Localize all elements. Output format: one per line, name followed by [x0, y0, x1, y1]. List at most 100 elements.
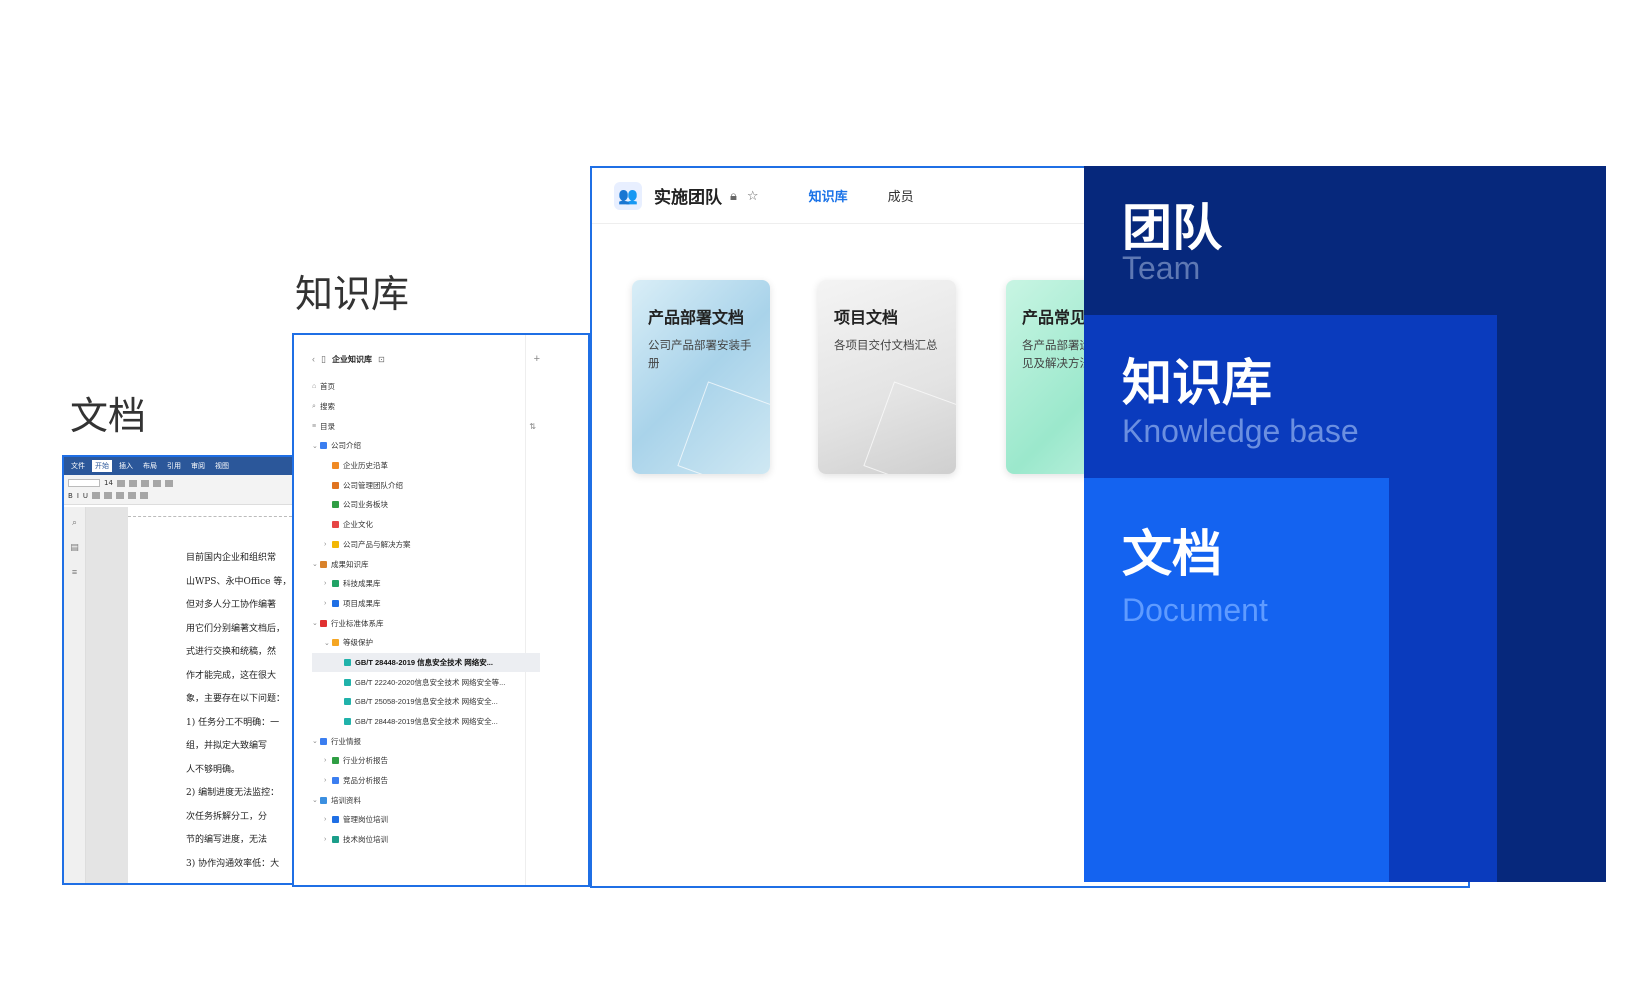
tree-item[interactable]: 公司管理团队介绍 [312, 475, 540, 495]
italic-icon[interactable]: I [77, 492, 79, 500]
chevron-down-icon[interactable]: ⌄ [312, 737, 320, 745]
kb-card-project-docs[interactable]: 项目文档 各项目交付文档汇总 [818, 280, 956, 474]
card-decoration [863, 381, 956, 474]
indent-icon[interactable] [164, 479, 173, 487]
tree-item[interactable]: › 项目成果库 [312, 594, 540, 614]
chevron-down-icon[interactable]: ⌄ [312, 796, 320, 804]
menu-tab-insert[interactable]: 插入 [116, 460, 136, 472]
tree-item[interactable]: ⌄ 等级保护 [312, 633, 540, 653]
chevron-right-icon[interactable]: › [324, 600, 332, 607]
tree-item[interactable]: GB/T 25058-2019信息安全技术 网络安全... [312, 692, 540, 712]
folder-icon [332, 481, 339, 489]
nav-home[interactable]: ⌂ 首页 [312, 377, 540, 397]
chevron-right-icon[interactable]: › [324, 836, 332, 843]
doc-text-line: 目前国内企业和组织常 [186, 553, 277, 563]
search-icon[interactable]: ⌕ [72, 517, 77, 528]
search-icon: ⌕ [312, 402, 316, 410]
chevron-right-icon[interactable]: › [324, 777, 332, 784]
tree-item[interactable]: GB/T 22240-2020信息安全技术 网络安全等... [312, 672, 540, 692]
layer-doc-zh: 文档 [1122, 525, 1222, 583]
font-name-select[interactable] [68, 479, 100, 488]
star-icon[interactable]: ☆ [747, 188, 759, 204]
tree-item-label: GB/T 28448-2019信息安全技术 网络安全... [355, 717, 498, 727]
menu-tab-view[interactable]: 视图 [212, 460, 232, 472]
doc-text-line: 但对多人分工协作编著 [186, 600, 277, 610]
menu-tab-file[interactable]: 文件 [68, 460, 88, 472]
chevron-right-icon[interactable]: › [324, 757, 332, 764]
tree-item-label: 科技成果库 [343, 579, 381, 589]
navigation-icon[interactable]: ≡ [72, 567, 77, 577]
folder-icon [332, 540, 339, 548]
bullets-icon[interactable] [140, 479, 149, 487]
folder-icon [344, 678, 351, 686]
kb-card-product-deployment[interactable]: 产品部署文档 公司产品部署安装手册 [632, 280, 770, 474]
back-icon[interactable]: ‹ [312, 354, 315, 364]
nav-directory[interactable]: ≡ 目录 ⇅ [312, 416, 540, 436]
tree-item[interactable]: ⌄ 行业标准体系库 [312, 613, 540, 633]
add-icon[interactable]: + [534, 353, 540, 365]
folder-icon [344, 718, 351, 726]
tree-item[interactable]: › 科技成果库 [312, 574, 540, 594]
align-left-icon[interactable] [116, 492, 125, 500]
grow-font-icon[interactable] [116, 479, 125, 487]
tree-item[interactable]: ⌄ 培训资料 [312, 790, 540, 810]
tree-item[interactable]: 公司业务板块 [312, 495, 540, 515]
tree-item-label: 技术岗位培训 [343, 835, 388, 845]
tree-item[interactable]: › 管理岗位培训 [312, 810, 540, 830]
bold-icon[interactable]: B [68, 492, 73, 500]
tree-item[interactable]: 企业文化 [312, 515, 540, 535]
tab-members[interactable]: 成员 [888, 186, 914, 205]
chevron-down-icon[interactable]: ⌄ [312, 442, 320, 450]
numbering-icon[interactable] [152, 479, 161, 487]
font-size-value[interactable]: 14 [104, 479, 113, 487]
chevron-right-icon[interactable]: › [324, 541, 332, 548]
nav-search[interactable]: ⌕ 搜索 [312, 397, 540, 417]
tree-item-label: 公司产品与解决方案 [343, 539, 411, 549]
book-icon: ▯ [321, 353, 326, 364]
chevron-right-icon[interactable]: › [324, 580, 332, 587]
menu-tab-review[interactable]: 审阅 [188, 460, 208, 472]
tab-knowledge-base[interactable]: 知识库 [809, 186, 848, 205]
align-right-icon[interactable] [140, 492, 149, 500]
doc-text: 目前国内企业和组织常 山WPS、永中Office 等， 但对多人分工协作编著 用它们分… [186, 547, 292, 876]
tree-item[interactable]: GB/T 28448-2019 信息安全技术 网络安... [312, 652, 540, 673]
tree-item[interactable]: › 公司产品与解决方案 [312, 535, 540, 555]
nav-home-label: 首页 [320, 382, 335, 392]
font-color-icon[interactable] [104, 492, 113, 500]
tree-item[interactable]: GB/T 28448-2019信息安全技术 网络安全... [312, 712, 540, 732]
menu-tab-layout[interactable]: 布局 [140, 460, 160, 472]
underline-icon[interactable]: U [83, 492, 88, 500]
comment-icon[interactable]: ▤ [70, 542, 79, 553]
chevron-right-icon[interactable]: › [324, 816, 332, 823]
kb-title: 企业知识库 [331, 354, 372, 364]
tree-item[interactable]: ⌄ 公司介绍 [312, 436, 540, 456]
folder-icon [332, 757, 339, 765]
tree-item[interactable]: ⌄ 行业情报 [312, 731, 540, 751]
folder-icon [332, 836, 339, 844]
tree-item-label: 公司介绍 [331, 441, 361, 451]
doc-page[interactable]: 目前国内企业和组织常 山WPS、永中Office 等， 但对多人分工协作编著 用它们分… [128, 507, 292, 883]
doc-toolbar: 14 B I U [64, 475, 292, 505]
tree-item[interactable]: › 行业分析报告 [312, 751, 540, 771]
doc-text-line: 节的编写进度，无法 [186, 835, 268, 845]
document-caption: 文档 [70, 394, 147, 438]
kb-tree: ⌄ 公司介绍企业历史沿革 公司管理团队介绍 公司业务板块 企业文化 › 公司产品与解决方案 ⌄… [312, 436, 540, 849]
tree-item[interactable]: › 竞品分析报告 [312, 771, 540, 791]
shrink-font-icon[interactable] [128, 479, 137, 487]
chevron-down-icon[interactable]: ⌄ [312, 619, 320, 627]
chevron-down-icon[interactable]: ⌄ [312, 560, 320, 568]
chevron-down-icon[interactable]: ⌄ [324, 639, 332, 647]
tree-item[interactable]: 企业历史沿革 [312, 456, 540, 476]
highlight-icon[interactable] [92, 492, 101, 500]
nav-search-label: 搜索 [320, 402, 335, 412]
align-center-icon[interactable] [128, 492, 137, 500]
tree-item-label: 竞品分析报告 [343, 776, 388, 786]
tree-item[interactable]: ⌄ 成果知识库 [312, 554, 540, 574]
folder-icon [320, 619, 327, 627]
menu-tab-references[interactable]: 引用 [164, 460, 184, 472]
sort-icon[interactable]: ⇅ [529, 422, 536, 431]
menu-tab-home[interactable]: 开始 [92, 460, 112, 472]
doc-text-line: 用它们分别编著文档后， [186, 623, 286, 634]
folder-icon [332, 462, 339, 470]
tree-item[interactable]: › 技术岗位培训 [312, 830, 540, 850]
